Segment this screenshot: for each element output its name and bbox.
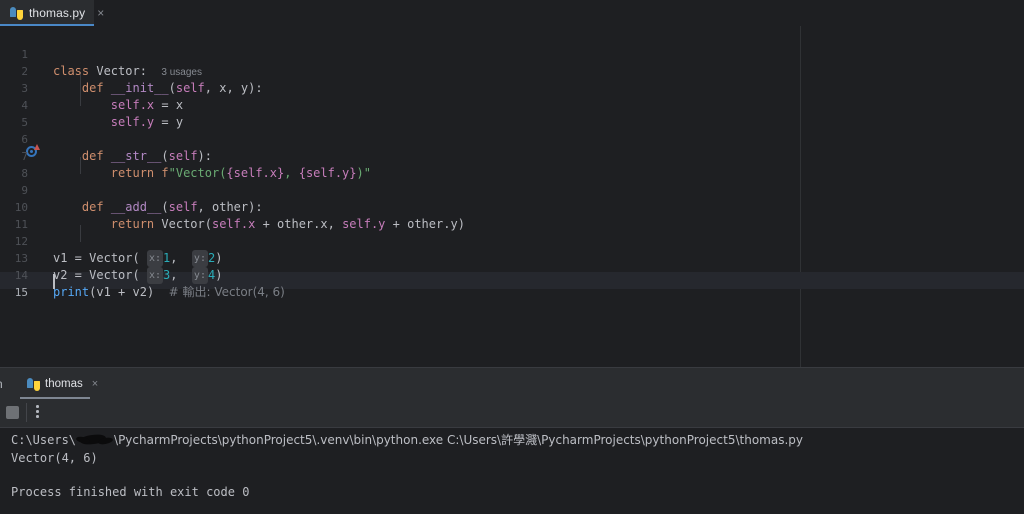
code-line: 4 self.y = y: [0, 80, 1024, 129]
editor-tab-bar: thomas.py ×: [0, 0, 1024, 26]
code-line: 7 return f"Vector({self.x}, {self.y})": [0, 131, 1024, 180]
console-line-command: C:\Users\ \PycharmProjects\pythonProject5…: [11, 431, 803, 449]
text-caret: [53, 274, 55, 289]
run-tool-window: n thomas × C:\Users\ \PycharmProjects\pyt…: [0, 367, 1024, 514]
close-icon[interactable]: ×: [97, 7, 104, 19]
console-command-suffix: \PycharmProjects\pythonProject5\.venv\bi…: [114, 433, 803, 447]
token-var-v2: v2: [132, 285, 147, 299]
code-line: 8: [0, 148, 1024, 180]
redaction-scribble: [75, 433, 114, 446]
token-var-v1: v1: [96, 285, 111, 299]
more-options-icon[interactable]: [33, 405, 42, 420]
code-line: 5: [0, 97, 1024, 129]
code-editor[interactable]: 1 class Vector: 3 usages 2 def __init__(…: [0, 26, 1024, 367]
run-tool-window-label: n: [0, 377, 3, 391]
code-line: 14 print(v1 + v2) # 輸出: Vector(4, 6): [0, 250, 1024, 299]
run-tab-thomas[interactable]: thomas ×: [20, 371, 106, 397]
code-line: 1 class Vector: 3 usages: [0, 29, 1024, 78]
run-toolbar: [0, 399, 1024, 428]
python-file-icon: [10, 6, 23, 20]
token-comment: # 輸出: Vector(4, 6): [168, 285, 285, 299]
stop-button[interactable]: [6, 406, 19, 419]
code-line: 15: [0, 267, 1024, 299]
toolbar-separator: [26, 403, 27, 422]
run-tab-label: thomas: [45, 378, 83, 390]
console-line-output: Vector(4, 6): [11, 451, 98, 465]
code-line: 11: [0, 199, 1024, 231]
line-number: 15: [14, 286, 28, 299]
line-content: print(v1 + v2) # 輸出: Vector(4, 6): [53, 285, 285, 299]
code-line: 9 def __add__(self, other):: [0, 165, 1024, 214]
code-line: 10 return Vector(self.x + other.x, self.…: [0, 182, 1024, 231]
code-line: 2 def __init__(self, x, y):: [0, 46, 1024, 95]
python-run-icon: [27, 377, 40, 391]
code-line: 6 def __str__(self):: [0, 114, 1024, 163]
close-icon[interactable]: ×: [92, 378, 98, 390]
console-command-prefix: C:\Users\: [11, 433, 77, 447]
token-plus: +: [110, 285, 133, 299]
pycharm-window: thomas.py × 1 class Vector: 3 usages 2 d…: [0, 0, 1024, 514]
run-console-output[interactable]: C:\Users\ \PycharmProjects\pythonProject5…: [0, 428, 1024, 514]
editor-tab-label: thomas.py: [29, 6, 86, 20]
console-line-status: Process finished with exit code 0: [11, 485, 250, 499]
editor-tab-thomas-py[interactable]: thomas.py ×: [0, 0, 104, 26]
token-builtin-print: print: [53, 285, 90, 299]
code-line: 3 self.x = x: [0, 63, 1024, 112]
code-line: 13 v2 = Vector( x: 3, y: 4): [0, 233, 1024, 284]
run-tab-bar: n thomas ×: [0, 368, 1024, 399]
code-line: 12 v1 = Vector( x: 1, y: 2): [0, 216, 1024, 267]
